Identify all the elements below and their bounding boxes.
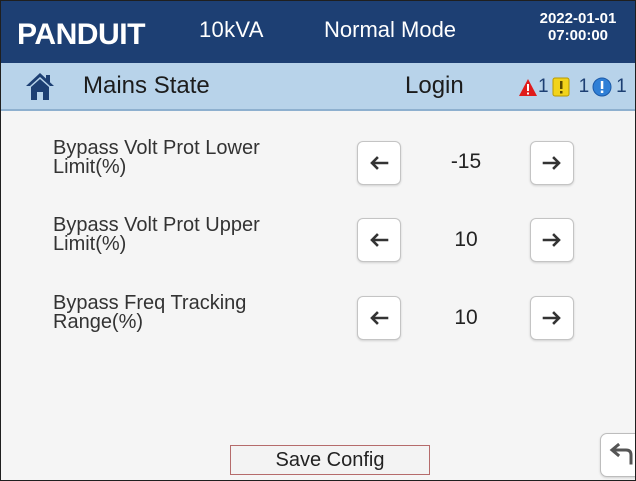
top-status-bar: PANDUIT 10kVA Normal Mode 2022-01-01 07:… — [1, 1, 635, 63]
operating-mode: Normal Mode — [324, 17, 457, 42]
page-header-bar: Mains State Login 1 1 1 — [1, 63, 635, 111]
arrow-right-icon — [542, 156, 561, 170]
setting-value: 10 — [454, 228, 478, 251]
date-text: 2022-01-01 — [539, 10, 617, 27]
arrow-right-icon — [542, 233, 561, 247]
save-config-button[interactable]: Save Config — [230, 445, 430, 475]
increase-button[interactable] — [530, 218, 574, 262]
increase-button[interactable] — [530, 141, 574, 185]
setting-value: 10 — [454, 306, 478, 329]
arrow-right-icon — [542, 311, 561, 325]
red-warning-triangle-icon — [518, 78, 538, 97]
svg-text:PANDUIT: PANDUIT — [17, 18, 145, 51]
back-button[interactable] — [600, 433, 635, 477]
setting-label-bypass-volt-upper: Bypass Volt Prot Upper Limit(%) — [53, 214, 260, 255]
critical-alarm-count: 1 — [538, 76, 549, 97]
home-icon[interactable] — [23, 69, 57, 103]
back-return-icon — [609, 443, 633, 465]
login-button[interactable]: Login — [405, 72, 464, 100]
arrow-left-icon — [370, 156, 389, 170]
alarm-summary[interactable]: 1 1 1 — [518, 75, 630, 99]
decrease-button[interactable] — [357, 296, 401, 340]
info-alarm-count: 1 — [616, 76, 627, 97]
settings-panel: Bypass Volt Prot Lower Limit(%) -15 Bypa… — [1, 111, 635, 480]
date-time-display: 2022-01-01 07:00:00 — [528, 10, 628, 44]
time-text: 07:00:00 — [547, 27, 609, 44]
setting-label-bypass-freq-tracking: Bypass Freq Tracking Range(%) — [53, 292, 247, 333]
increase-button[interactable] — [530, 296, 574, 340]
warning-alarm-count: 1 — [578, 76, 590, 97]
decrease-button[interactable] — [357, 218, 401, 262]
yellow-exclamation-icon — [552, 77, 570, 97]
ups-capacity: 10kVA — [199, 17, 264, 42]
arrow-left-icon — [370, 233, 389, 247]
ups-settings-screen: PANDUIT 10kVA Normal Mode 2022-01-01 07:… — [0, 0, 636, 481]
page-title: Mains State — [83, 72, 210, 99]
blue-info-circle-icon — [592, 77, 612, 97]
decrease-button[interactable] — [357, 141, 401, 185]
setting-label-bypass-volt-lower: Bypass Volt Prot Lower Limit(%) — [53, 137, 260, 178]
setting-value: -15 — [450, 150, 482, 173]
panduit-logo: PANDUIT — [15, 13, 150, 51]
arrow-left-icon — [370, 311, 389, 325]
